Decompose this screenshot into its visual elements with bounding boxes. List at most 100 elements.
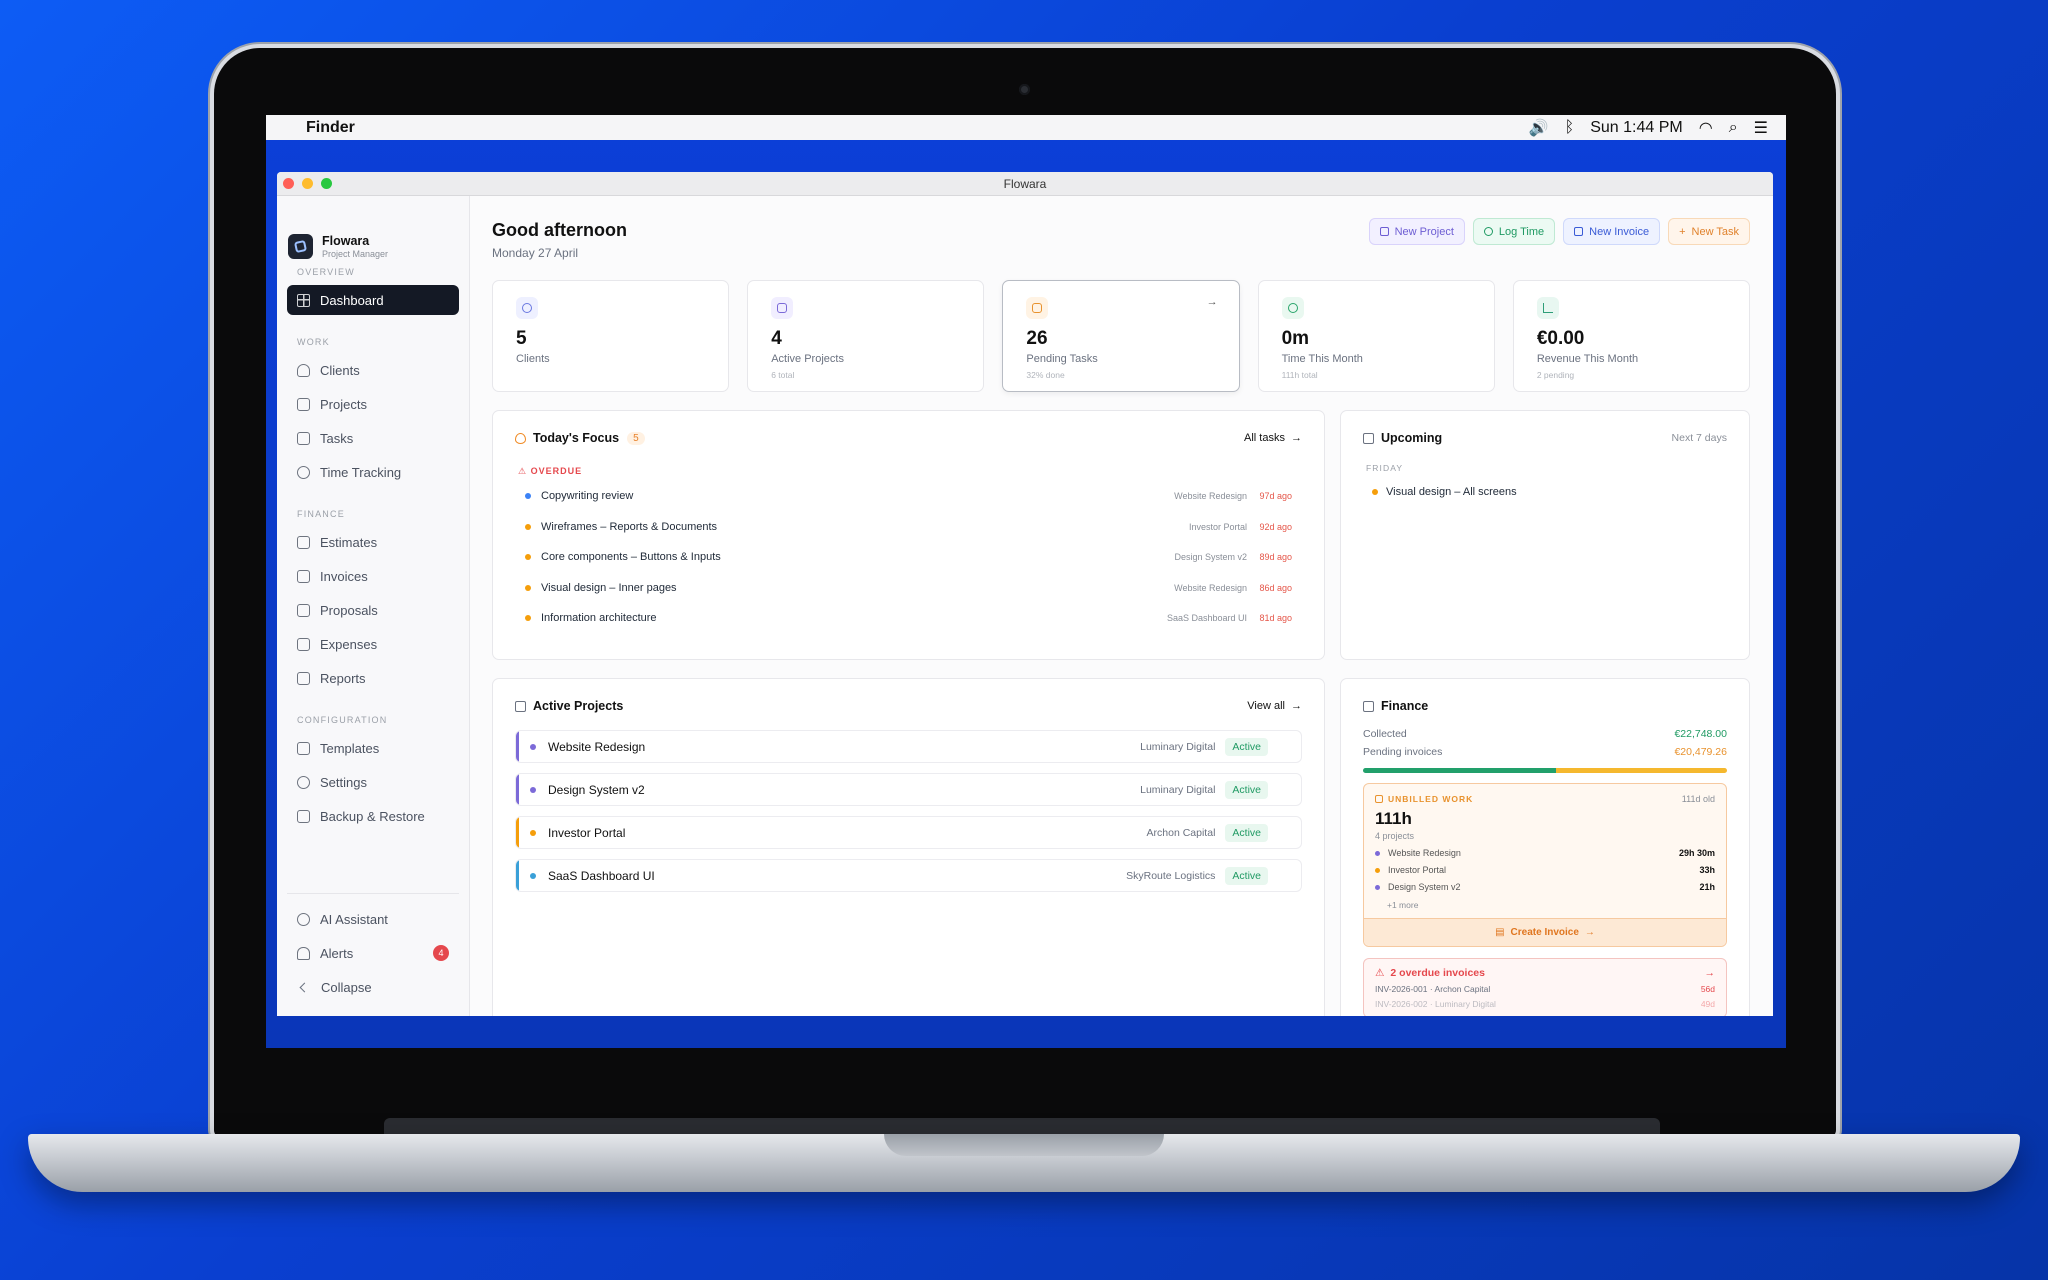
- stat-label: Pending Tasks: [1026, 353, 1098, 365]
- unbilled-item: Investor Portal 33h: [1364, 858, 1726, 875]
- stat-subtext: 6 total: [771, 370, 795, 380]
- stat-card-pending-tasks[interactable]: → 26 Pending Tasks 32% done: [1002, 280, 1240, 392]
- panel-title: Finance: [1381, 699, 1429, 713]
- task-row[interactable]: Core components – Buttons & Inputs Desig…: [493, 542, 1324, 573]
- sidebar-item-label: Expenses: [320, 636, 378, 652]
- project-name: Investor Portal: [548, 825, 626, 840]
- sidebar-item-tasks[interactable]: Tasks: [287, 423, 459, 453]
- project-row[interactable]: SaaS Dashboard UI SkyRoute Logistics Act…: [515, 859, 1302, 892]
- sidebar-item-time-tracking[interactable]: Time Tracking: [287, 457, 459, 487]
- stat-value: 4: [771, 328, 782, 349]
- page-title: Good afternoon: [492, 220, 627, 240]
- status-badge: Active: [1225, 737, 1268, 756]
- sidebar-item-proposals[interactable]: Proposals: [287, 595, 459, 625]
- window-title: Flowara: [1003, 176, 1047, 191]
- menubar-clock[interactable]: Sun 1:44 PM: [1590, 119, 1683, 137]
- pending-label: Pending invoices: [1363, 746, 1443, 758]
- sidebar-item-reports[interactable]: Reports: [287, 663, 459, 693]
- bluetooth-icon[interactable]: ᛒ: [1565, 119, 1575, 137]
- sidebar-item-estimates[interactable]: Estimates: [287, 527, 459, 557]
- stats-row: 5 Clients 4 Active Projects 6 total → 26…: [492, 280, 1751, 392]
- sidebar-item-clients[interactable]: Clients: [287, 355, 459, 385]
- sidebar-item-dashboard[interactable]: Dashboard: [287, 285, 459, 315]
- button-label: New Task: [1691, 225, 1739, 238]
- project-row[interactable]: Website Redesign Luminary Digital Active: [515, 730, 1302, 763]
- new-project-button[interactable]: New Project: [1368, 218, 1465, 245]
- quick-actions: New Project Log Time New Invoice + New T…: [1368, 218, 1750, 245]
- task-row[interactable]: Information architecture SaaS Dashboard …: [493, 603, 1324, 634]
- flame-icon: [515, 432, 526, 444]
- calendar-icon: [1363, 432, 1374, 444]
- sidebar-item-settings[interactable]: Settings: [287, 767, 459, 797]
- sidebar-item-ai-assistant[interactable]: AI Assistant: [287, 904, 459, 934]
- sidebar-item-label: AI Assistant: [320, 911, 388, 927]
- all-tasks-link[interactable]: All tasks →: [1244, 432, 1302, 444]
- stat-card-clients[interactable]: 5 Clients: [492, 280, 730, 392]
- wallet-icon: [1363, 700, 1374, 712]
- laptop-notch: [884, 1134, 1164, 1156]
- upcoming-item[interactable]: Visual design – All screens: [1372, 486, 1749, 498]
- bell-icon: [297, 946, 310, 960]
- close-window-button[interactable]: [283, 178, 294, 189]
- sidebar-item-backup[interactable]: Backup & Restore: [287, 801, 459, 831]
- overdue-invoices-card[interactable]: ⚠ 2 overdue invoices → INV-2026-001 · Ar…: [1363, 958, 1727, 1016]
- sidebar-item-invoices[interactable]: Invoices: [287, 561, 459, 591]
- menubar-app-name[interactable]: Finder: [306, 119, 355, 137]
- new-invoice-button[interactable]: New Invoice: [1563, 218, 1661, 245]
- sidebar-item-templates[interactable]: Templates: [287, 733, 459, 763]
- stat-card-time-this-month[interactable]: 0m Time This Month 111h total: [1257, 280, 1495, 392]
- new-task-button[interactable]: + New Task: [1668, 218, 1750, 245]
- create-invoice-button[interactable]: ▤ Create Invoice →: [1364, 918, 1726, 946]
- task-row[interactable]: Visual design – Inner pages Website Rede…: [493, 573, 1324, 604]
- sidebar-item-label: Tasks: [320, 430, 354, 446]
- gear-icon: [297, 775, 310, 789]
- panel-title: Today's Focus: [533, 431, 620, 445]
- sidebar-item-expenses[interactable]: Expenses: [287, 629, 459, 659]
- page-date: Monday 27 April: [492, 246, 579, 260]
- stat-card-revenue[interactable]: €0.00 Revenue This Month 2 pending: [1512, 280, 1751, 392]
- file-edit-icon: [297, 535, 310, 549]
- control-center-icon[interactable]: ☰: [1754, 118, 1768, 138]
- project-color-bar: [516, 817, 519, 848]
- projects-finance-row: Active Projects View all → Website Redes…: [492, 678, 1750, 1016]
- plus-icon: +: [1679, 225, 1686, 238]
- overdue-invoice-row[interactable]: INV-2026-001 · Archon Capital 56d: [1375, 984, 1715, 994]
- title-bar: Flowara: [277, 172, 1773, 196]
- project-client: SkyRoute Logistics: [1126, 869, 1216, 882]
- project-dot: [530, 786, 536, 793]
- task-row[interactable]: Copywriting review Website Redesign 97d …: [493, 481, 1324, 512]
- minimize-window-button[interactable]: [302, 178, 313, 189]
- link-label: All tasks: [1244, 432, 1285, 444]
- stat-value: 5: [516, 328, 527, 349]
- clock-icon: [297, 465, 310, 479]
- view-all-projects-link[interactable]: View all →: [1247, 700, 1302, 712]
- stat-card-active-projects[interactable]: 4 Active Projects 6 total: [747, 280, 985, 392]
- project-dot: [530, 829, 536, 836]
- focus-task-list: Copywriting review Website Redesign 97d …: [493, 481, 1324, 634]
- sidebar-item-alerts[interactable]: Alerts 4: [287, 938, 459, 968]
- wifi-icon[interactable]: ◠: [1699, 118, 1713, 138]
- spotlight-search-icon[interactable]: ⌕: [1729, 119, 1738, 137]
- unbilled-more-link[interactable]: +1 more: [1364, 892, 1726, 918]
- stat-label: Time This Month: [1281, 353, 1363, 365]
- project-row[interactable]: Investor Portal Archon Capital Active: [515, 816, 1302, 849]
- invoice-ref: INV-2026-001 · Archon Capital: [1375, 984, 1491, 994]
- file-text-icon: [297, 569, 310, 583]
- zoom-window-button[interactable]: [321, 178, 332, 189]
- sidebar-item-label: Clients: [320, 362, 360, 378]
- overdue-invoice-row[interactable]: INV-2026-002 · Luminary Digital 49d: [1375, 999, 1715, 1009]
- sidebar-collapse-button[interactable]: Collapse: [287, 972, 459, 1002]
- sidebar-footer: AI Assistant Alerts 4 Collapse: [287, 893, 459, 1006]
- task-row[interactable]: Wireframes – Reports & Documents Investo…: [493, 512, 1324, 543]
- log-time-button[interactable]: Log Time: [1472, 218, 1556, 245]
- page-header: Good afternoon Monday 27 April New Proje…: [492, 218, 1750, 260]
- menu-bar: Finder 🔊 ᛒ Sun 1:44 PM ◠ ⌕ ☰: [266, 115, 1786, 140]
- project-dot: [1375, 867, 1380, 873]
- sidebar-item-projects[interactable]: Projects: [287, 389, 459, 419]
- volume-icon[interactable]: 🔊: [1529, 118, 1549, 138]
- project-row[interactable]: Design System v2 Luminary Digital Active: [515, 773, 1302, 806]
- project-client: Luminary Digital: [1140, 740, 1216, 753]
- dashboard-main: Good afternoon Monday 27 April New Proje…: [470, 196, 1773, 1016]
- sidebar-item-label: Reports: [320, 670, 366, 686]
- task-age: 97d ago: [1259, 491, 1292, 502]
